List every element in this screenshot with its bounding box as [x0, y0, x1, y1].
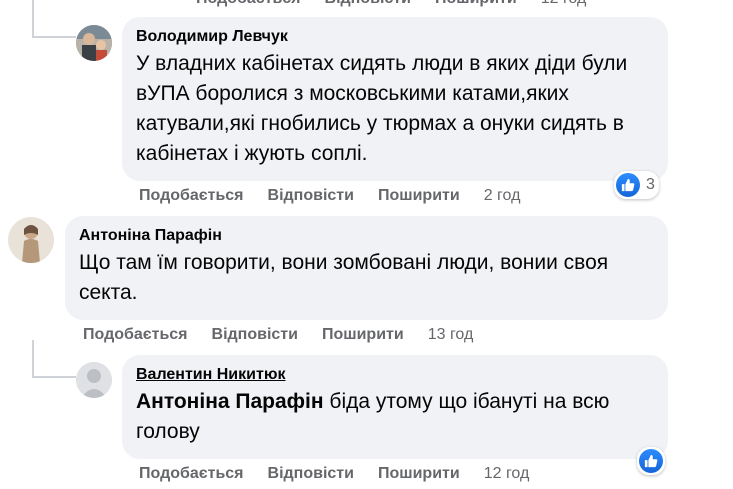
- comment-timestamp[interactable]: 12 год: [484, 465, 530, 483]
- like-button[interactable]: Подобається: [139, 187, 244, 205]
- reaction-count: 3: [646, 176, 655, 193]
- reaction-summary[interactable]: 3: [614, 171, 659, 199]
- comment-text: Антоніна Парафін біда утому що ібануті н…: [136, 387, 654, 447]
- comment-text: Що там їм говорити, вони зомбовані люди,…: [79, 251, 609, 304]
- comment-timestamp[interactable]: 13 год: [428, 326, 474, 344]
- comment-author[interactable]: Володимир Левчук: [136, 27, 654, 47]
- share-button[interactable]: Поширити: [322, 326, 404, 344]
- comment-timestamp[interactable]: 12 год: [541, 0, 587, 8]
- avatar[interactable]: [76, 25, 112, 61]
- thread-line: [32, 36, 76, 38]
- thread-line: [32, 376, 76, 378]
- reply-button[interactable]: Відповісти: [268, 187, 354, 205]
- comment-bubble: Антоніна Парафін Що там їм говорити, вон…: [65, 216, 668, 320]
- comment-actions: Подобається Відповісти Поширити 13 год: [83, 326, 473, 344]
- comment-author[interactable]: Валентин Никитюк: [136, 365, 654, 385]
- like-icon: [639, 449, 663, 473]
- share-button[interactable]: Поширити: [378, 465, 460, 483]
- comment-actions: Подобається Відповісти Поширити 12 год: [139, 465, 529, 483]
- thread-line: [32, 340, 34, 377]
- comment-text: У владних кабінетах сидять люди в яких д…: [136, 52, 628, 165]
- avatar[interactable]: [76, 362, 112, 398]
- reply-button[interactable]: Відповісти: [212, 326, 298, 344]
- share-button[interactable]: Поширити: [435, 0, 517, 8]
- comment-actions-top: Подобається Відповісти Поширити 12 год: [196, 0, 586, 8]
- comment-author[interactable]: Антоніна Парафін: [79, 226, 654, 246]
- like-button[interactable]: Подобається: [196, 0, 301, 8]
- comment-timestamp[interactable]: 2 год: [484, 187, 521, 205]
- comment-actions: Подобається Відповісти Поширити 2 год: [139, 187, 520, 205]
- comment-bubble: Валентин Никитюк Антоніна Парафін біда у…: [122, 355, 668, 459]
- comment-bubble: Володимир Левчук У владних кабінетах сид…: [122, 17, 668, 181]
- share-button[interactable]: Поширити: [378, 187, 460, 205]
- mention-link[interactable]: Антоніна Парафін: [136, 390, 324, 413]
- reply-button[interactable]: Відповісти: [325, 0, 411, 8]
- reaction-summary[interactable]: [637, 447, 665, 475]
- like-button[interactable]: Подобається: [139, 465, 244, 483]
- reply-button[interactable]: Відповісти: [268, 465, 354, 483]
- like-icon: [616, 173, 640, 197]
- like-button[interactable]: Подобається: [83, 326, 188, 344]
- thread-line: [32, 0, 34, 36]
- avatar[interactable]: [8, 217, 54, 263]
